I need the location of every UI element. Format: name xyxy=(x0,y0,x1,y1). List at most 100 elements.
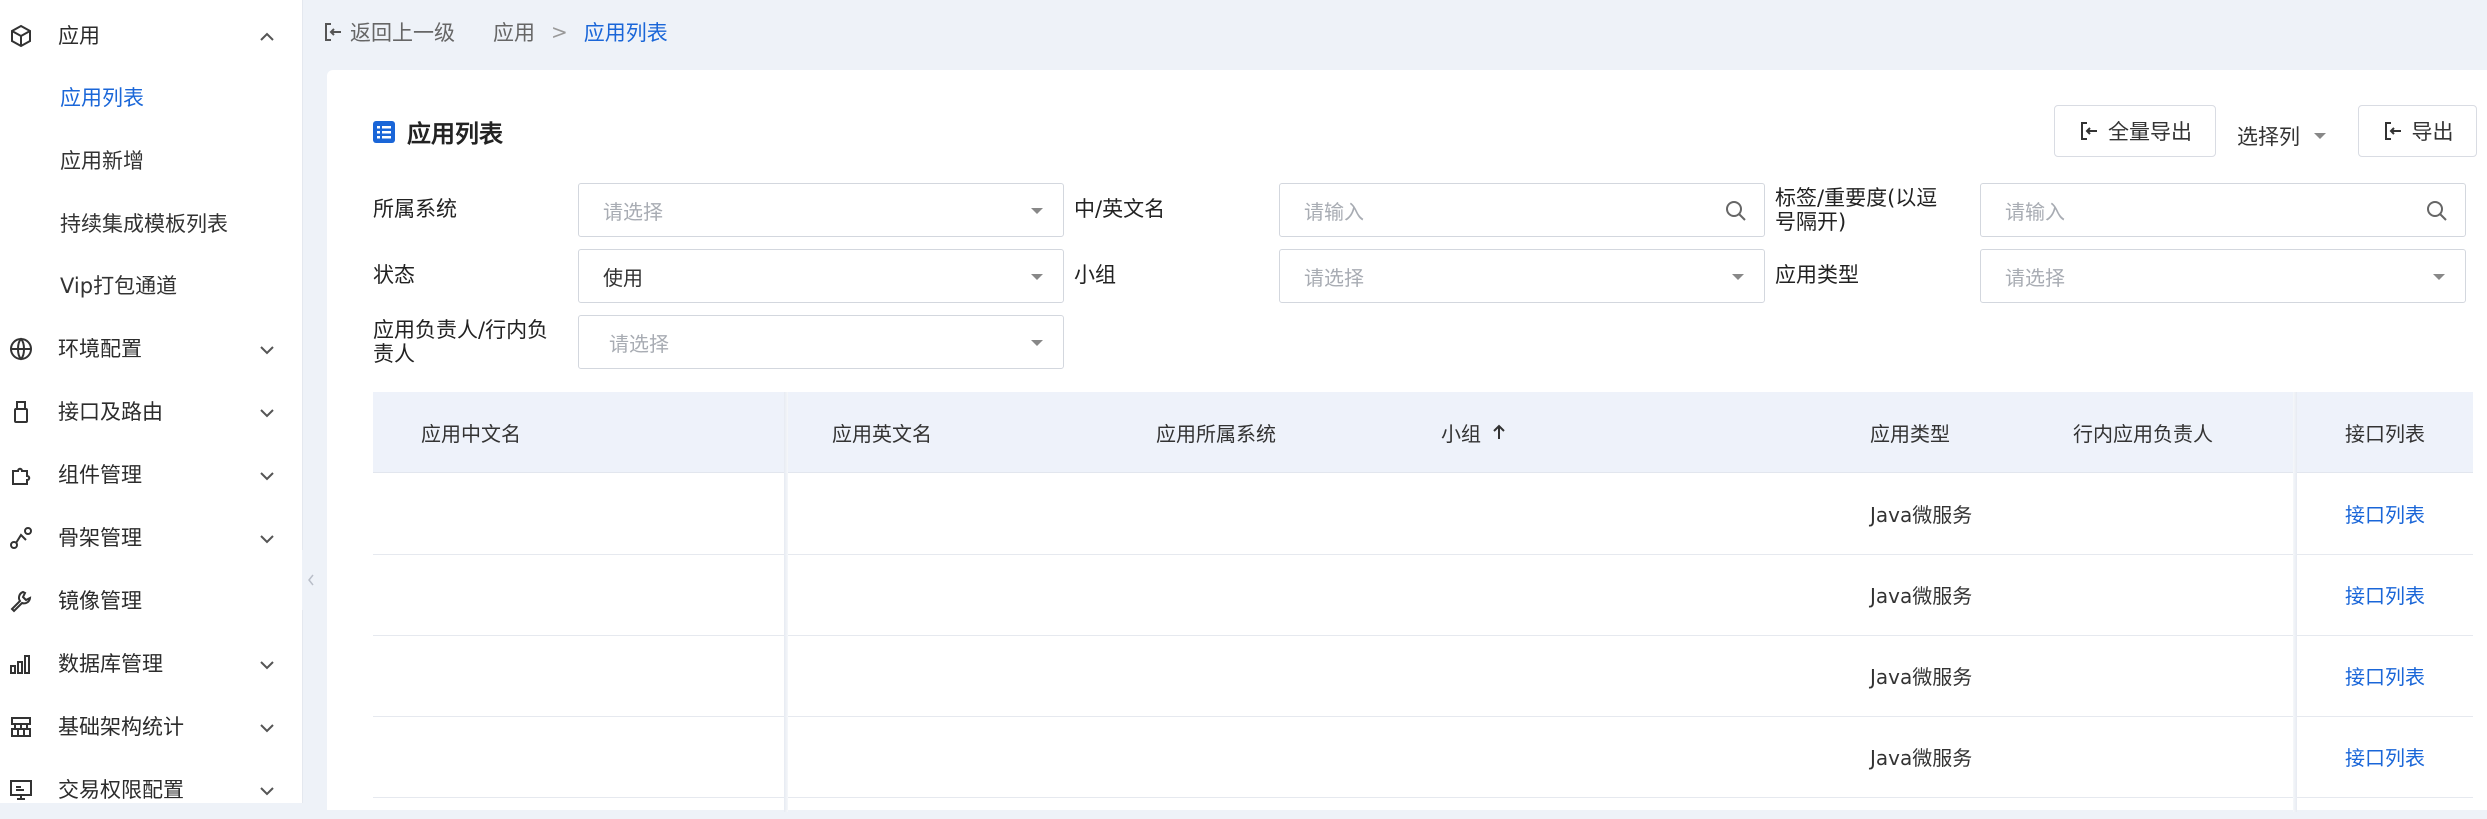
sidebar-subitem-app-add[interactable]: 应用新增 xyxy=(0,130,302,190)
column-header-api-list[interactable]: 接口列表 xyxy=(2345,392,2425,472)
sidebar-item-label: 骨架管理 xyxy=(58,526,142,550)
search-icon[interactable] xyxy=(2425,199,2449,223)
cell-app-type: Java微服务 xyxy=(1870,746,1973,770)
sidebar-item-env-config[interactable]: 环境配置 xyxy=(0,318,302,378)
export-all-label: 全量导出 xyxy=(2108,120,2192,144)
globe-icon xyxy=(8,336,34,362)
breadcrumb-parent[interactable]: 应用 xyxy=(493,17,535,47)
filter-label-app-type: 应用类型 xyxy=(1775,263,1859,287)
system-select-placeholder: 请选择 xyxy=(603,199,663,224)
usb-icon xyxy=(8,399,34,425)
tags-search-placeholder: 请输入 xyxy=(2005,199,2065,224)
app-type-select[interactable]: 请选择 xyxy=(1980,249,2466,303)
breadcrumb-separator: > xyxy=(551,20,568,44)
column-header-cn-name[interactable]: 应用中文名 xyxy=(421,392,521,472)
sidebar-item-infra-stats[interactable]: 基础架构统计 xyxy=(0,696,302,756)
table-header: 应用中文名 应用英文名 应用所属系统 小组 应用类型 行内应用负责人 接口列表 xyxy=(373,392,2473,473)
sidebar-item-api-routing[interactable]: 接口及路由 xyxy=(0,381,302,441)
sidebar-collapse-handle[interactable] xyxy=(302,550,320,610)
puzzle-icon xyxy=(8,462,34,488)
export-all-button[interactable]: 全量导出 xyxy=(2054,105,2216,157)
sidebar-item-component-mgmt[interactable]: 组件管理 xyxy=(0,444,302,504)
export-button[interactable]: 导出 xyxy=(2358,105,2477,157)
cube-icon xyxy=(8,23,34,49)
filter-label-name: 中/英文名 xyxy=(1074,197,1166,221)
chevron-left-icon xyxy=(308,574,314,586)
export-label: 导出 xyxy=(2411,120,2454,144)
filter-label-owner-line2: 责人 xyxy=(373,342,415,366)
chevron-down-icon xyxy=(257,655,277,675)
column-header-app-type[interactable]: 应用类型 xyxy=(1870,392,1950,472)
sidebar-item-db-mgmt[interactable]: 数据库管理 xyxy=(0,633,302,693)
sidebar-item-trade-permissions[interactable]: 交易权限配置 xyxy=(0,759,302,819)
caret-down-icon xyxy=(2314,133,2326,139)
table-row: Java微服务 接口列表 xyxy=(373,635,2473,717)
sort-ascending-icon[interactable] xyxy=(1491,423,1507,441)
sidebar-item-app[interactable]: 应用 xyxy=(0,5,302,65)
monitor-icon xyxy=(8,777,34,803)
export-icon xyxy=(2081,122,2097,140)
chevron-up-icon xyxy=(257,27,277,47)
select-columns-dropdown[interactable]: 选择列 xyxy=(2237,110,2328,162)
column-header-group-label: 小组 xyxy=(1441,421,1481,446)
filter-label-group: 小组 xyxy=(1074,263,1116,287)
column-header-system[interactable]: 应用所属系统 xyxy=(1156,392,1276,472)
sidebar-subitem-label: 应用新增 xyxy=(60,149,144,173)
chevron-down-icon xyxy=(257,403,277,423)
status-select-value: 使用 xyxy=(603,265,643,290)
group-select[interactable]: 请选择 xyxy=(1279,249,1765,303)
sidebar-item-label: 镜像管理 xyxy=(58,589,142,613)
cell-app-type: Java微服务 xyxy=(1870,584,1973,608)
filter-label-tags-line2: 号隔开) xyxy=(1775,210,1847,234)
cell-app-type: Java微服务 xyxy=(1870,503,1973,527)
caret-down-icon xyxy=(1031,340,1043,346)
status-select[interactable]: 使用 xyxy=(578,249,1064,303)
app-type-select-placeholder: 请选择 xyxy=(2005,265,2065,290)
filter-label-tags: 标签/重要度(以逗 号隔开) xyxy=(1775,186,1975,234)
tags-search-input[interactable]: 请输入 xyxy=(1980,183,2466,237)
back-label: 返回上一级 xyxy=(350,21,455,45)
table-row: Java微服务 接口列表 xyxy=(373,554,2473,636)
chevron-down-icon xyxy=(257,529,277,549)
filter-label-owner-line1: 应用负责人/行内负 xyxy=(373,318,549,342)
column-header-group[interactable]: 小组 xyxy=(1441,392,1507,472)
sidebar-item-label: 基础架构统计 xyxy=(58,715,184,739)
breadcrumb: 返回上一级 应用 > 应用列表 xyxy=(322,0,668,64)
sidebar-subitem-ci-templates[interactable]: 持续集成模板列表 xyxy=(0,193,302,253)
caret-down-icon xyxy=(1031,208,1043,214)
sidebar-subitem-app-list[interactable]: 应用列表 xyxy=(0,67,302,127)
column-header-owner[interactable]: 行内应用负责人 xyxy=(2073,392,2213,472)
sidebar-item-label: 环境配置 xyxy=(58,337,142,361)
api-list-link[interactable]: 接口列表 xyxy=(2345,716,2425,797)
group-select-placeholder: 请选择 xyxy=(1304,265,1364,290)
owner-select-placeholder: 请选择 xyxy=(609,331,669,356)
cell-app-type: Java微服务 xyxy=(1870,665,1973,689)
sidebar-item-label: 组件管理 xyxy=(58,463,142,487)
filter-label-system: 所属系统 xyxy=(373,197,457,221)
sidebar-subitem-label: 持续集成模板列表 xyxy=(60,212,228,236)
search-icon[interactable] xyxy=(1724,199,1748,223)
back-icon xyxy=(325,23,341,41)
system-select[interactable]: 请选择 xyxy=(578,183,1064,237)
api-list-link[interactable]: 接口列表 xyxy=(2345,554,2425,635)
name-search-input[interactable]: 请输入 xyxy=(1279,183,1765,237)
back-link[interactable]: 返回上一级 xyxy=(322,17,455,47)
chevron-down-icon xyxy=(257,466,277,486)
sidebar-subitem-label: Vip打包通道 xyxy=(60,274,178,298)
api-list-link[interactable]: 接口列表 xyxy=(2345,635,2425,716)
column-header-en-name[interactable]: 应用英文名 xyxy=(832,392,932,472)
sidebar-subitem-vip-channel[interactable]: Vip打包通道 xyxy=(0,255,302,315)
api-list-link[interactable]: 接口列表 xyxy=(2345,473,2425,554)
caret-down-icon xyxy=(1031,274,1043,280)
sidebar-item-image-mgmt[interactable]: 镜像管理 xyxy=(0,570,302,630)
owner-select[interactable]: 请选择 xyxy=(578,315,1064,369)
export-icon xyxy=(2384,122,2401,140)
filter-label-owner: 应用负责人/行内负 责人 xyxy=(373,318,573,366)
sidebar-item-skeleton-mgmt[interactable]: 骨架管理 xyxy=(0,507,302,567)
bar-chart-icon xyxy=(8,651,34,677)
caret-down-icon xyxy=(1732,274,1744,280)
main-panel: 应用列表 全量导出 选择列 导出 所属系统 请选择 中/英文名 请输入 标签/重… xyxy=(327,70,2487,812)
chevron-down-icon xyxy=(257,718,277,738)
sidebar-item-label: 应用 xyxy=(58,24,100,48)
list-icon xyxy=(373,120,395,143)
